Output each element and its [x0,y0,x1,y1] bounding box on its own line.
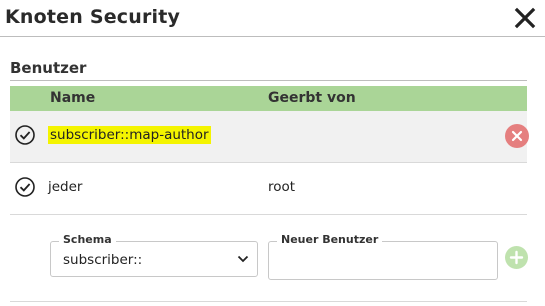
new-user-field[interactable]: Neuer Benutzer [268,233,498,280]
add-user-button[interactable] [505,246,528,269]
add-user-form: Schema subscriber:: Neuer Benutzer [10,215,528,302]
column-header-inherited-from: Geerbt von [268,90,356,106]
plus-icon [509,250,524,265]
dialog-header: Knoten Security [0,0,545,37]
security-dialog: Knoten Security Benutzer Name Geerbt von… [0,0,545,306]
schema-value: subscriber:: [63,252,143,268]
remove-user-button[interactable] [505,124,529,148]
close-button[interactable] [513,6,537,30]
close-icon [511,130,523,142]
section-divider [10,80,527,81]
table-row[interactable]: jeder root [10,163,527,215]
chevron-down-icon [237,255,249,263]
user-name-highlight: subscriber::map-author [48,126,211,144]
users-section-title: Benutzer [10,59,87,77]
user-name-cell: jeder [48,179,83,195]
inherited-from-cell: root [268,179,296,195]
column-header-name: Name [50,90,96,106]
users-table: Name Geerbt von subscriber::map-author j… [10,86,529,302]
check-circle-icon [15,177,35,197]
check-circle-icon [15,125,35,145]
close-icon [514,7,536,29]
schema-label: Schema [59,233,116,246]
table-header: Name Geerbt von [10,86,527,111]
table-row[interactable]: subscriber::map-author [10,111,529,163]
user-name-cell: subscriber::map-author [48,126,211,144]
new-user-input[interactable] [275,248,489,274]
new-user-label: Neuer Benutzer [277,233,383,246]
dialog-title: Knoten Security [5,6,181,28]
schema-select[interactable]: Schema subscriber:: [50,233,258,277]
